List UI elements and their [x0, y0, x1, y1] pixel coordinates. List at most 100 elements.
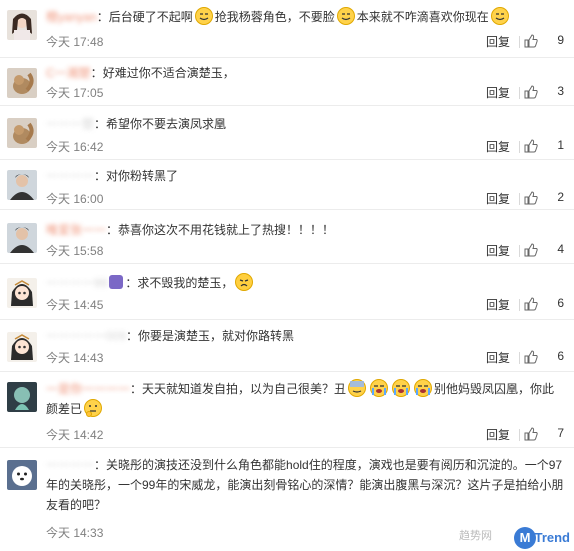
comment-body: C一湘楚：好难过你不适合演楚玉， [46, 63, 566, 83]
comment-text: 你要是演楚玉，就对你路转黑 [138, 329, 295, 343]
like-count: 1 [557, 138, 564, 152]
timestamp: 今天 16:00 [46, 192, 104, 206]
colon: ： [94, 458, 107, 472]
comment-meta: 今天 14:42 回复 7 [46, 426, 564, 444]
username[interactable]: C一湘楚 [46, 63, 91, 83]
reply-button[interactable]: 回复 [486, 33, 510, 50]
user-avatar[interactable] [7, 223, 37, 253]
comment-text: 对你粉转黑了 [106, 169, 179, 183]
timestamp: 今天 17:05 [46, 86, 104, 100]
thumbs-up-icon [524, 139, 538, 153]
colon: ： [106, 223, 119, 237]
like-button[interactable]: 3 [524, 84, 564, 99]
comment-meta: 今天 16:42 回复 1 [46, 138, 564, 156]
comment-text: 希望你不要去演凤求凰 [106, 117, 227, 131]
smile-emoji-icon [490, 7, 509, 25]
like-button[interactable]: 1 [524, 138, 564, 153]
comment-text: 求不毁我的楚玉， [137, 276, 234, 290]
username[interactable]: 橙yanyan [46, 7, 97, 27]
username[interactable]: 唯爱张一一 [46, 220, 106, 240]
comment-item: 一一一一一009：你要是演楚玉，就对你路转黑 今天 14:43 回复 6 [0, 320, 574, 372]
divider [519, 87, 520, 99]
reply-button[interactable]: 回复 [486, 84, 510, 101]
colon: ： [130, 382, 143, 396]
like-button[interactable]: 9 [524, 33, 564, 48]
user-avatar[interactable] [7, 382, 37, 412]
thumbs-up-icon [524, 34, 538, 48]
like-button[interactable]: 2 [524, 190, 564, 205]
user-avatar[interactable] [7, 10, 37, 40]
timestamp: 今天 14:33 [46, 526, 104, 540]
user-avatar[interactable] [7, 332, 37, 362]
comment-item: 一一一楚：希望你不要去演凤求凰 今天 16:42 回复 1 [0, 106, 574, 160]
colon: ： [94, 117, 107, 131]
like-button[interactable]: 4 [524, 242, 564, 257]
user-avatar[interactable] [7, 118, 37, 148]
comment-item: C一湘楚：好难过你不适合演楚玉， 今天 17:05 回复 3 [0, 58, 574, 106]
thumbs-up-icon [524, 243, 538, 257]
reply-button[interactable]: 回复 [486, 242, 510, 259]
like-count: 6 [557, 296, 564, 310]
thumbs-up-icon [524, 191, 538, 205]
divider [519, 352, 520, 364]
username[interactable]: 一是你一一一一 [46, 379, 130, 399]
thumbs-up-icon [524, 297, 538, 311]
comment-meta: 今天 16:00 回复 2 [46, 190, 564, 208]
reply-button[interactable]: 回复 [486, 138, 510, 155]
user-avatar[interactable] [7, 278, 37, 308]
user-avatar[interactable] [7, 170, 37, 200]
divider [519, 193, 520, 205]
like-button[interactable]: 7 [524, 426, 564, 441]
comment-meta: 今天 14:43 回复 6 [46, 349, 564, 367]
watermark-brand: Trend [534, 530, 570, 545]
comment-item: 一是你一一一一：天天就知道发自拍，以为自己很美？丑 别他妈毁凤囚凰，你此颜差已 今… [0, 372, 574, 448]
like-count: 3 [557, 84, 564, 98]
divider [519, 429, 520, 441]
comment-body: 一一一一：对你粉转黑了 [46, 166, 566, 186]
thumbs-up-icon [524, 350, 538, 364]
reply-button[interactable]: 回复 [486, 426, 510, 443]
comment-text: 抢我杨蓉角色，不要脸 [214, 10, 335, 24]
user-avatar[interactable] [7, 460, 37, 490]
username[interactable]: 一一一一 [46, 455, 94, 475]
colon: ： [125, 276, 138, 290]
timestamp: 今天 14:45 [46, 298, 104, 312]
username[interactable]: 一一一楚 [46, 114, 94, 134]
comment-body: 一一一一一009：你要是演楚玉，就对你路转黑 [46, 326, 566, 346]
divider [519, 141, 520, 153]
smile-emoji-icon [336, 7, 355, 25]
divider [519, 245, 520, 257]
comment-body: 一是你一一一一：天天就知道发自拍，以为自己很美？丑 别他妈毁凤囚凰，你此颜差已 [46, 379, 566, 419]
reply-button[interactable]: 回复 [486, 349, 510, 366]
timestamp: 今天 17:48 [46, 35, 104, 49]
username[interactable]: 一一一一 [46, 166, 94, 186]
comment-text: 恭喜你这次不用花钱就上了热搜！！！！ [118, 223, 335, 237]
user-avatar[interactable] [7, 68, 37, 98]
comment-body: 一一一楚：希望你不要去演凤求凰 [46, 114, 566, 134]
like-count: 4 [557, 242, 564, 256]
watermark-site-name: 趋势网 [459, 530, 492, 542]
timestamp: 今天 15:58 [46, 244, 104, 258]
comment-meta: 今天 14:45 回复 6 [46, 296, 564, 314]
colon: ： [90, 66, 103, 80]
like-button[interactable]: 6 [524, 349, 564, 364]
reply-button[interactable]: 回复 [486, 190, 510, 207]
comment-body: 一一一一：关晓彤的演技还没到什么角色都能hold住的程度，演戏也是要有阅历和沉淀… [46, 455, 566, 515]
comment-item: 一一一一：对你粉转黑了 今天 16:00 回复 2 [0, 160, 574, 210]
watermark-logo-icon: M [514, 527, 536, 549]
timestamp: 今天 14:43 [46, 351, 104, 365]
comment-meta: 今天 17:05 回复 3 [46, 84, 564, 102]
username[interactable]: 一一一一一009 [46, 326, 126, 346]
reply-button[interactable]: 回复 [486, 296, 510, 313]
comment-item: 一一一一99 ：求不毁我的楚玉， 今天 14:45 回复 6 [0, 264, 574, 320]
like-button[interactable]: 6 [524, 296, 564, 311]
colon: ： [126, 329, 139, 343]
comment-body: 唯爱张一一：恭喜你这次不用花钱就上了热搜！！！！ [46, 220, 566, 240]
colon: ： [96, 10, 109, 24]
like-count: 2 [557, 190, 564, 204]
sad-emoji-icon [235, 273, 254, 291]
crying-emoji-icon [370, 379, 389, 397]
divider [519, 299, 520, 311]
like-count: 9 [557, 33, 564, 47]
username[interactable]: 一一一一99 [46, 273, 107, 293]
